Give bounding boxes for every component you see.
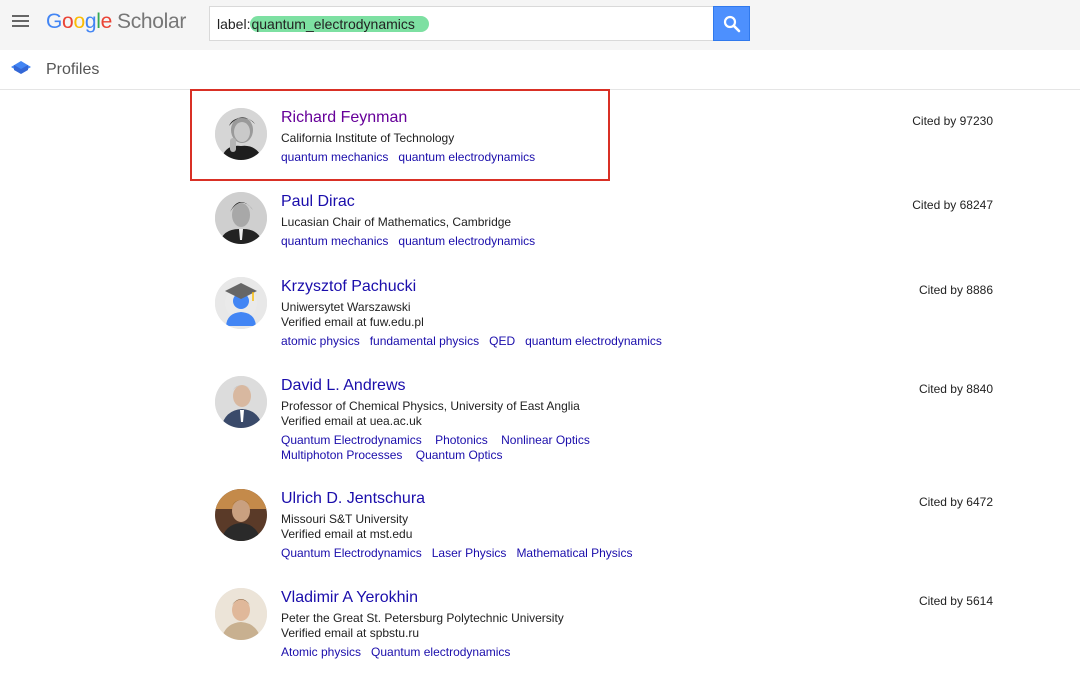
profile-affiliation: Lucasian Chair of Mathematics, Cambridge: [281, 215, 512, 229]
interest-tag[interactable]: Photonics: [435, 433, 488, 447]
interest-tag[interactable]: Nonlinear Optics: [501, 433, 590, 447]
profile-tags: atomic physics fundamental physics QED quan…: [281, 334, 761, 349]
cited-count: Cited by 6472: [918, 495, 993, 509]
avatar[interactable]: [215, 277, 267, 329]
logo-letter: g: [84, 10, 97, 33]
interest-tag[interactable]: quantum mechanics: [281, 234, 388, 248]
interest-tag[interactable]: Multiphoton Processes: [281, 448, 402, 462]
profile-tags: Quantum Electrodynamics Photonics Nonlin…: [281, 433, 721, 463]
cited-count: Cited by 8886: [918, 283, 993, 297]
google-scholar-logo[interactable]: Google Scholar: [46, 9, 186, 35]
profiles-bar: Profiles: [0, 50, 1080, 90]
logo-scholar-text: Scholar: [116, 10, 187, 33]
search-icon: [723, 15, 741, 33]
profile-email: Verified email at uea.ac.uk: [281, 414, 422, 428]
interest-tag[interactable]: Quantum electrodynamics: [371, 645, 510, 659]
profile-name-link[interactable]: Paul Dirac: [281, 192, 881, 212]
interest-tag[interactable]: fundamental physics: [370, 334, 479, 348]
profile-tags: quantum mechanics quantum electrodynamics: [281, 234, 761, 249]
cited-count: Cited by 97230: [912, 114, 993, 128]
search-query: label:quantum_electrodynamics: [217, 16, 429, 32]
interest-tag[interactable]: QED: [489, 334, 515, 348]
avatar[interactable]: [215, 376, 267, 428]
profile-tags: Quantum Electrodynamics Laser Physics Math…: [281, 546, 761, 561]
cited-count: Cited by 5614: [918, 594, 993, 608]
logo-letter: o: [62, 10, 74, 33]
cited-count: Cited by 8840: [918, 382, 993, 396]
search-input[interactable]: label:quantum_electrodynamics: [209, 6, 714, 41]
search-prefix: label:: [217, 16, 251, 32]
profile-affiliation: Professor of Chemical Physics, Universit…: [281, 399, 580, 413]
profile-affiliation: Peter the Great St. Petersburg Polytechn…: [281, 611, 564, 625]
logo-letter: G: [46, 10, 63, 33]
profile-name-link[interactable]: Vladimir A Yerokhin: [281, 588, 881, 608]
profile-email: Verified email at mst.edu: [281, 527, 413, 541]
selection-highlight-box: [190, 89, 610, 181]
graduation-cap-icon: [11, 61, 31, 74]
profile-info: Vladimir A Yerokhin Peter the Great St. …: [281, 588, 881, 660]
profile-email: Verified email at fuw.edu.pl: [281, 315, 424, 329]
profile-info: David L. Andrews Professor of Chemical P…: [281, 376, 881, 463]
logo-letter: e: [100, 10, 113, 33]
interest-tag[interactable]: Quantum Electrodynamics: [281, 546, 422, 560]
profile-affiliation: Missouri S&T University: [281, 512, 409, 526]
profile-info: Ulrich D. Jentschura Missouri S&T Univer…: [281, 489, 881, 561]
profile-affiliation: Uniwersytet Warszawski: [281, 300, 411, 314]
profile-name-link[interactable]: Krzysztof Pachucki: [281, 277, 881, 297]
interest-tag[interactable]: quantum electrodynamics: [525, 334, 662, 348]
hamburger-menu-icon[interactable]: [10, 12, 32, 32]
interest-tag[interactable]: atomic physics: [281, 334, 360, 348]
interest-tag[interactable]: Quantum Optics: [416, 448, 503, 462]
interest-tag[interactable]: Mathematical Physics: [516, 546, 632, 560]
avatar[interactable]: [215, 588, 267, 640]
interest-tag[interactable]: quantum electrodynamics: [398, 234, 535, 248]
profile-info: Krzysztof Pachucki Uniwersytet Warszawsk…: [281, 277, 881, 349]
interest-tag[interactable]: Laser Physics: [432, 546, 507, 560]
profile-name-link[interactable]: Ulrich D. Jentschura: [281, 489, 881, 509]
top-bar: Google Scholar label:quantum_electrodynam…: [0, 0, 1080, 50]
page-title: Profiles: [46, 61, 100, 78]
search-button[interactable]: [713, 6, 750, 41]
profile-info: Paul Dirac Lucasian Chair of Mathematics…: [281, 192, 881, 249]
cited-count: Cited by 68247: [912, 198, 993, 212]
interest-tag[interactable]: Quantum Electrodynamics: [281, 433, 422, 447]
profile-name-link[interactable]: David L. Andrews: [281, 376, 881, 396]
interest-tag[interactable]: Atomic physics: [281, 645, 361, 659]
avatar[interactable]: [215, 192, 267, 244]
logo-letter: o: [73, 10, 85, 33]
avatar[interactable]: [215, 489, 267, 541]
profile-email: Verified email at spbstu.ru: [281, 626, 420, 640]
profile-tags: Atomic physics Quantum electrodynamics: [281, 645, 761, 660]
search-highlighted-term: quantum_electrodynamics: [250, 16, 429, 32]
